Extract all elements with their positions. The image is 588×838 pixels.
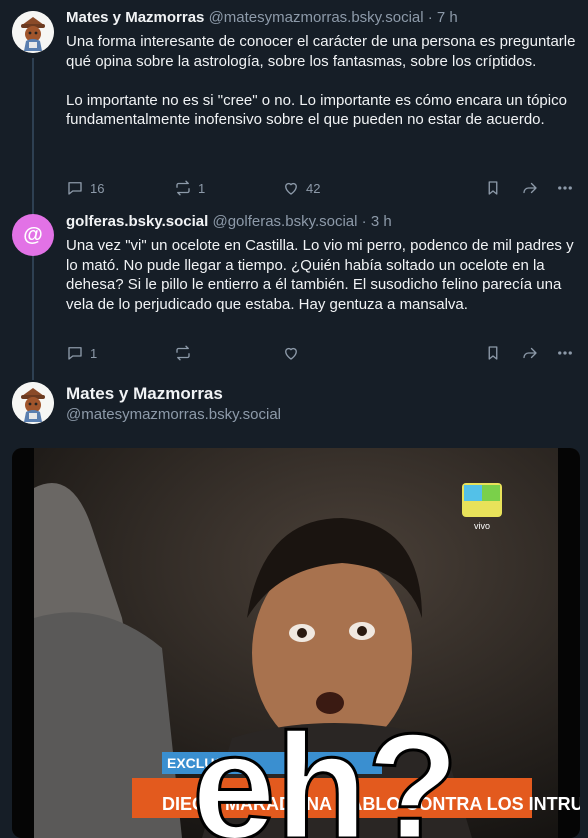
repost-icon bbox=[176, 345, 190, 361]
reply-button[interactable]: 16 bbox=[66, 176, 104, 200]
share-icon bbox=[523, 347, 537, 359]
share-button[interactable] bbox=[521, 341, 539, 365]
bookmark-icon bbox=[488, 346, 498, 360]
reply-button[interactable]: 1 bbox=[66, 341, 97, 365]
reply-icon bbox=[68, 182, 82, 195]
reply-count: 1 bbox=[90, 345, 98, 361]
avatar[interactable] bbox=[12, 382, 54, 424]
like-button[interactable]: 42 bbox=[282, 176, 320, 200]
repost-button[interactable]: 1 bbox=[174, 176, 205, 200]
post-header: golferas.bsky.social @golferas.bsky.soci… bbox=[66, 212, 580, 232]
display-name[interactable]: Mates y Mazmorras bbox=[66, 384, 223, 404]
post-text: Una forma interesante de conocer el cará… bbox=[66, 33, 576, 128]
heart-icon bbox=[285, 182, 297, 195]
post-image[interactable]: vivo EXCLUSIVO DIEGO MARADONA HABLO CONT… bbox=[12, 448, 580, 838]
bookmark-button[interactable] bbox=[484, 341, 502, 365]
post-time[interactable]: · 3 h bbox=[362, 213, 392, 230]
meme-caption: eh? bbox=[192, 702, 459, 838]
tv-screenshot-image: vivo EXCLUSIVO DIEGO MARADONA HABLO CONT… bbox=[12, 448, 580, 838]
handle[interactable]: @matesymazmorras.bsky.social bbox=[209, 9, 424, 26]
share-button[interactable] bbox=[521, 176, 539, 200]
display-name[interactable]: Mates y Mazmorras bbox=[66, 9, 204, 26]
post-time[interactable]: · 7 h bbox=[428, 9, 458, 26]
bookmark-icon bbox=[488, 181, 498, 195]
wizard-avatar-icon bbox=[12, 382, 54, 424]
more-dots-icon bbox=[558, 351, 572, 355]
repost-count: 1 bbox=[198, 180, 206, 196]
handle[interactable]: @golferas.bsky.social bbox=[212, 213, 357, 230]
more-dots-icon bbox=[558, 186, 572, 190]
share-icon bbox=[523, 182, 537, 194]
wizard-avatar-icon bbox=[12, 11, 54, 53]
post-actions: 16 1 42 bbox=[66, 176, 576, 200]
reply-icon bbox=[68, 347, 82, 360]
repost-button[interactable] bbox=[174, 341, 192, 365]
heart-icon bbox=[285, 347, 297, 360]
at-sign-icon: @ bbox=[23, 223, 43, 246]
channel-logo: vivo bbox=[474, 521, 490, 531]
repost-icon bbox=[176, 180, 190, 196]
more-options-button[interactable] bbox=[556, 341, 574, 365]
like-count: 42 bbox=[306, 180, 321, 196]
avatar[interactable] bbox=[12, 11, 54, 53]
display-name[interactable]: golferas.bsky.social bbox=[66, 213, 208, 230]
bookmark-button[interactable] bbox=[484, 176, 502, 200]
like-button[interactable] bbox=[282, 341, 300, 365]
handle[interactable]: @matesymazmorras.bsky.social bbox=[66, 406, 281, 423]
more-options-button[interactable] bbox=[556, 176, 574, 200]
avatar[interactable]: @ bbox=[12, 214, 54, 256]
post-header: Mates y Mazmorras @matesymazmorras.bsky.… bbox=[66, 8, 580, 28]
post-actions: 1 bbox=[66, 341, 576, 365]
reply-count: 16 bbox=[90, 180, 105, 196]
post-text: Una vez "vi" un ocelote en Castilla. Lo … bbox=[66, 237, 578, 313]
